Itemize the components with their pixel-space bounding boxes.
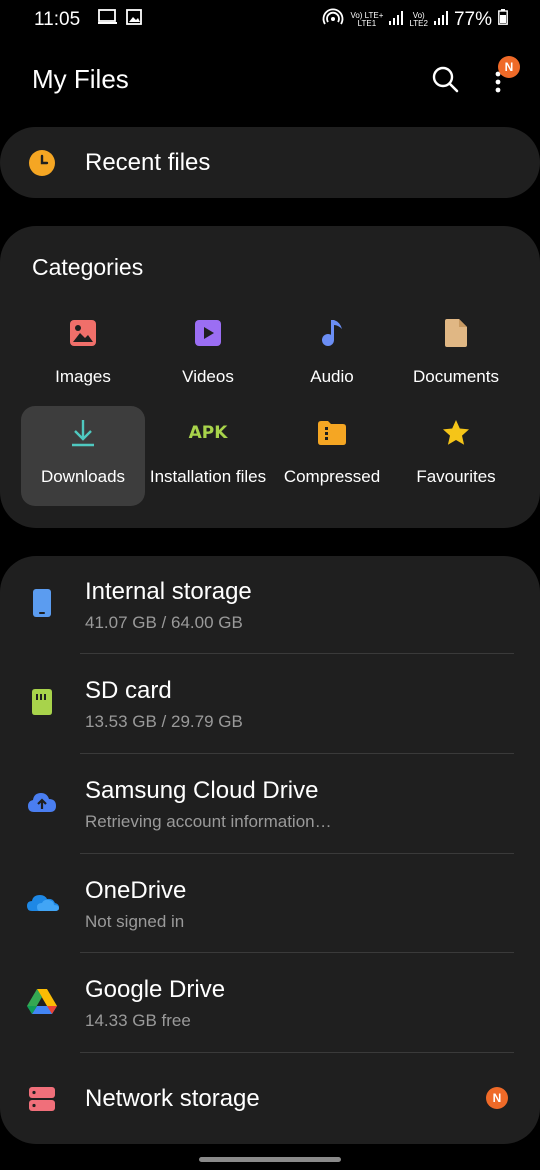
storage-google-drive[interactable]: Google Drive 14.33 GB free [0,954,540,1053]
page-title: My Files [32,64,129,94]
recent-files-button[interactable]: Recent files [0,127,540,198]
network-storage-icon [26,1083,58,1115]
apk-icon-text: APK [188,423,228,443]
storage-onedrive-name: OneDrive [85,877,187,904]
storage-onedrive-sub: Not signed in [85,912,185,931]
category-compressed[interactable]: Compressed [270,406,394,506]
category-compressed-label: Compressed [283,467,381,486]
status-left: 11:05 [34,9,143,31]
storage-internal-name: Internal storage [85,578,252,605]
apk-icon: APK [188,416,228,450]
battery-icon [498,9,508,31]
category-videos[interactable]: Videos [146,306,270,406]
battery-percent: 77% [453,9,492,30]
new-badge: N [498,56,520,78]
status-bar: 11:05 Vo) LTE+ LTE1 Vo) LTE2 77% [0,0,540,40]
category-documents[interactable]: Documents [394,306,518,406]
category-videos-label: Videos [182,367,234,386]
category-images[interactable]: Images [21,306,145,406]
categories-title: Categories [32,254,144,280]
storage-sd-card-sub: 13.53 GB / 29.79 GB [85,712,243,731]
category-audio-label: Audio [310,367,354,386]
divider [80,753,514,754]
download-icon [66,416,100,450]
search-icon [432,66,459,93]
status-right: Vo) LTE+ LTE1 Vo) LTE2 77% [322,8,508,32]
app-header: My Files [0,52,540,108]
category-downloads[interactable]: Downloads [21,406,145,506]
cloud-upload-icon [26,786,58,818]
video-icon [191,316,225,350]
sd-card-icon [26,686,58,718]
category-downloads-label: Downloads [40,467,126,486]
category-audio[interactable]: Audio [270,306,394,406]
storage-network[interactable]: Network storage N [0,1054,540,1144]
new-badge: N [486,1087,508,1109]
phone-icon [26,587,58,619]
category-installation-files[interactable]: APK Installation files [146,406,270,506]
image-icon [66,316,100,350]
divider [80,952,514,953]
onedrive-icon [26,886,59,918]
home-indicator[interactable] [199,1157,341,1162]
divider [80,853,514,854]
status-time: 11:05 [34,9,81,30]
star-icon [439,416,473,450]
storage-internal-sub: 41.07 GB / 64.00 GB [85,613,243,632]
storage-card: Internal storage 41.07 GB / 64.00 GB SD … [0,556,540,1144]
storage-google-drive-sub: 14.33 GB free [85,1011,191,1030]
storage-internal[interactable]: Internal storage 41.07 GB / 64.00 GB [0,556,540,655]
sim1-network-bottom: LTE1 [357,19,377,28]
sim1-network-label: Vo) LTE+ LTE1 [350,12,383,28]
storage-onedrive[interactable]: OneDrive Not signed in [0,855,540,954]
storage-samsung-cloud[interactable]: Samsung Cloud Drive Retrieving account i… [0,755,540,854]
divider [80,1052,514,1053]
storage-sd-card-name: SD card [85,677,172,704]
sim2-network-label: Vo) LTE2 [409,12,428,28]
category-images-label: Images [55,367,111,386]
category-documents-label: Documents [413,367,499,386]
document-icon [439,316,473,350]
categories-card: Categories Images Videos Audio Documents [0,226,540,528]
storage-network-name: Network storage [85,1085,260,1112]
google-drive-icon [26,985,58,1017]
search-button[interactable] [430,64,462,96]
category-favourites[interactable]: Favourites [394,406,518,506]
clock-icon [28,149,56,177]
my-files-screen: 11:05 Vo) LTE+ LTE1 Vo) LTE2 77% My File… [0,0,540,1170]
category-favourites-label: Favourites [416,467,496,486]
screen-cast-icon [98,9,118,31]
gallery-notification-icon [126,9,143,31]
hotspot-icon [322,8,344,32]
storage-samsung-cloud-name: Samsung Cloud Drive [85,777,319,804]
category-installation-files-label: Installation files [149,467,267,486]
music-note-icon [315,316,349,350]
divider [80,653,514,654]
recent-files-label: Recent files [85,149,211,176]
signal-strength-icon [389,9,404,31]
signal-strength-2-icon [433,9,448,31]
sim2-network-bottom: LTE2 [409,19,428,28]
storage-sd-card[interactable]: SD card 13.53 GB / 29.79 GB [0,655,540,754]
storage-samsung-cloud-sub: Retrieving account information… [85,812,332,831]
zip-folder-icon [315,416,349,450]
storage-google-drive-name: Google Drive [85,976,226,1003]
